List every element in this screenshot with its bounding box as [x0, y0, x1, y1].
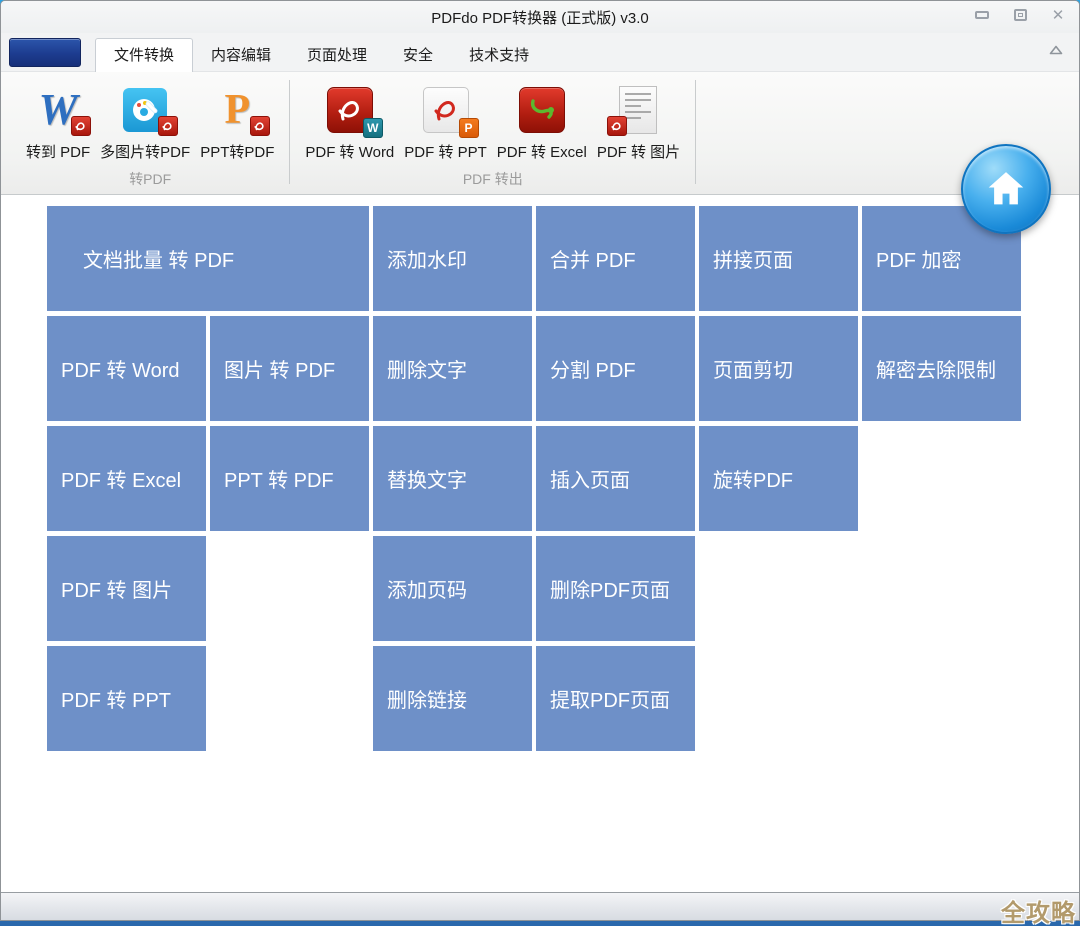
tile-delete-pdf-pages[interactable]: 删除PDF页面 [536, 536, 695, 641]
ribbon-item-label: PDF 转 PPT [404, 144, 487, 161]
home-button[interactable] [961, 144, 1051, 234]
tile-pdf-to-image[interactable]: PDF 转 图片 [47, 536, 206, 641]
maximize-button[interactable] [1011, 7, 1029, 23]
pdf-badge-icon [607, 116, 628, 136]
ribbon-item-label: 转到 PDF [26, 144, 91, 161]
tile-insert-pages[interactable]: 插入页面 [536, 426, 695, 531]
ribbon-item-to-pdf[interactable]: W 转到 PDF [21, 78, 95, 164]
window-title: PDFdo PDF转换器 (正式版) v3.0 [431, 9, 649, 27]
ribbon-collapse-button[interactable] [1047, 43, 1065, 57]
ribbon-item-label: PPT转PDF [200, 144, 275, 161]
maximize-icon [1013, 9, 1027, 21]
close-button[interactable]: ✕ [1049, 7, 1067, 23]
tile-batch-to-pdf[interactable]: 文档批量 转 PDF [47, 206, 369, 311]
pdf-badge-icon [71, 116, 92, 136]
ribbon-item-label: PDF 转 Excel [496, 144, 587, 161]
ribbon-item-label: 多图片转PDF [100, 144, 191, 161]
tile-pdf-to-excel[interactable]: PDF 转 Excel [47, 426, 206, 531]
tab-file-convert[interactable]: 文件转换 [95, 38, 194, 72]
tile-add-page-numbers[interactable]: 添加页码 [373, 536, 532, 641]
tile-stitch-pages[interactable]: 拼接页面 [699, 206, 858, 311]
ribbon-item-pdf-to-image[interactable]: PDF 转 图片 [592, 78, 685, 164]
word-badge-icon: W [362, 118, 383, 138]
chevron-up-icon [1049, 45, 1063, 55]
tab-page-process[interactable]: 页面处理 [289, 40, 385, 71]
tab-content-edit[interactable]: 内容编辑 [193, 40, 289, 71]
tile-merge-pdf[interactable]: 合并 PDF [536, 206, 695, 311]
ribbon-item-pdf-to-excel[interactable]: PDF 转 Excel [492, 78, 592, 164]
tile-image-to-pdf[interactable]: 图片 转 PDF [210, 316, 369, 421]
status-bar [1, 892, 1079, 920]
close-icon: ✕ [1051, 6, 1065, 24]
ribbon-group-label: 转PDF [129, 171, 172, 187]
home-icon [988, 172, 1024, 205]
ppt-to-pdf-icon: P [224, 87, 251, 133]
tab-security[interactable]: 安全 [385, 40, 451, 71]
title-bar: PDFdo PDF转换器 (正式版) v3.0 ✕ [1, 1, 1079, 33]
main-content: 文档批量 转 PDF 添加水印 合并 PDF 拼接页面 PDF 加密 PDF 转… [1, 195, 1079, 892]
tile-remove-restrictions[interactable]: 解密去除限制 [862, 316, 1021, 421]
pdf-badge-icon [250, 116, 271, 136]
tile-crop-pages[interactable]: 页面剪切 [699, 316, 858, 421]
ribbon-divider [695, 80, 697, 184]
ribbon-item-ppt-to-pdf[interactable]: P PPT转PDF [195, 78, 279, 164]
tile-extract-pdf-pages[interactable]: 提取PDF页面 [536, 646, 695, 751]
app-window: PDFdo PDF转换器 (正式版) v3.0 ✕ 文件转换 内容编辑 页面处理… [0, 0, 1080, 921]
tab-tech-support[interactable]: 技术支持 [451, 40, 547, 71]
file-menu-button[interactable] [9, 38, 81, 67]
tile-replace-text[interactable]: 替换文字 [373, 426, 532, 531]
ribbon-item-pdf-to-ppt[interactable]: P PDF 转 PPT [399, 78, 492, 164]
ribbon-item-images-to-pdf[interactable]: 多图片转PDF [95, 78, 195, 164]
ribbon-divider [289, 80, 291, 184]
pdf-badge-icon [158, 116, 179, 136]
tile-delete-text[interactable]: 删除文字 [373, 316, 532, 421]
ppt-badge-icon: P [458, 118, 479, 138]
ribbon-item-pdf-to-word[interactable]: W PDF 转 Word [300, 78, 399, 164]
pdf-to-excel-icon [518, 87, 565, 133]
watermark-text: 全攻略 [1001, 900, 1076, 926]
ribbon-item-label: PDF 转 图片 [596, 144, 681, 161]
tile-pdf-to-ppt[interactable]: PDF 转 PPT [47, 646, 206, 751]
ribbon: W 转到 PDF 多图片转PDF P PPT转PDF 转PDF W PDF 转 … [1, 71, 1079, 234]
ribbon-group-to-pdf: W 转到 PDF 多图片转PDF P PPT转PDF 转PDF [15, 74, 285, 194]
ribbon-group-label: PDF 转出 [462, 171, 523, 187]
tile-delete-links[interactable]: 删除链接 [373, 646, 532, 751]
tile-pdf-to-word[interactable]: PDF 转 Word [47, 316, 206, 421]
ribbon-group-pdf-export: W PDF 转 Word P PDF 转 PPT PDF 转 Excel PDF… [294, 74, 691, 194]
tile-rotate-pdf[interactable]: 旋转PDF [699, 426, 858, 531]
minimize-button[interactable] [973, 7, 991, 23]
tile-ppt-to-pdf[interactable]: PPT 转 PDF [210, 426, 369, 531]
ribbon-item-label: PDF 转 Word [305, 144, 395, 161]
ribbon-tab-bar: 文件转换 内容编辑 页面处理 安全 技术支持 [1, 33, 1079, 72]
minimize-icon [975, 11, 989, 19]
tile-split-pdf[interactable]: 分割 PDF [536, 316, 695, 421]
function-grid: 文档批量 转 PDF 添加水印 合并 PDF 拼接页面 PDF 加密 PDF 转… [47, 206, 1021, 751]
window-controls: ✕ [973, 7, 1067, 23]
tile-add-watermark[interactable]: 添加水印 [373, 206, 532, 311]
